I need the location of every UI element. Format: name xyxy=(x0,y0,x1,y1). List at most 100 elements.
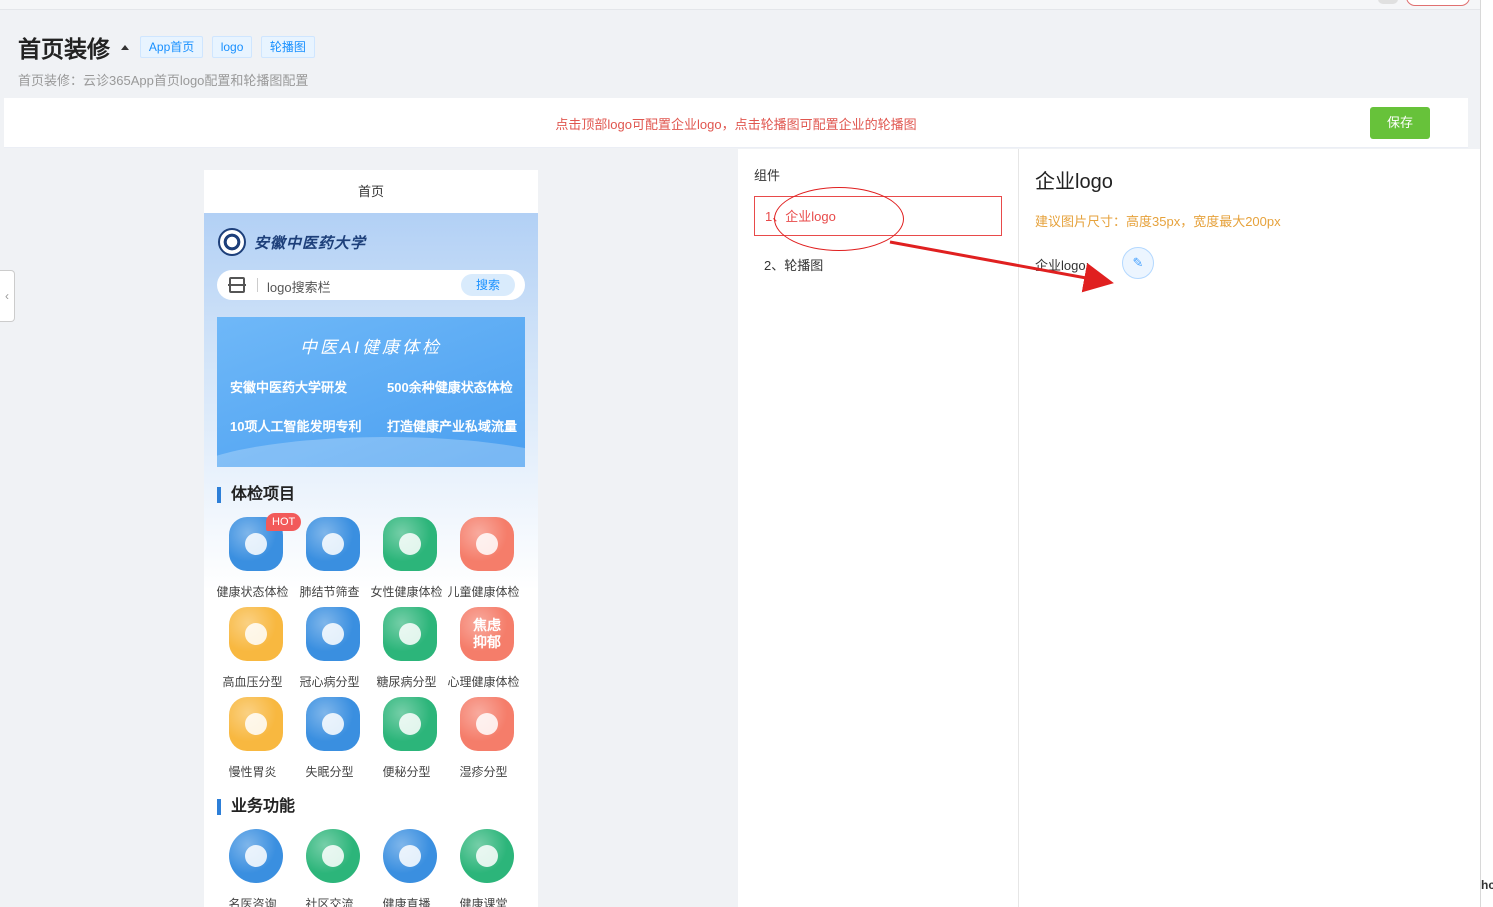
enterprise-logo[interactable]: 安徽中医药大学 xyxy=(218,227,366,257)
notice-bar: 点击顶部logo可配置企业logo，点击轮播图可配置企业的轮播图 保存 xyxy=(4,98,1468,148)
grid-item[interactable]: 湿疹分型 xyxy=(445,697,522,787)
drops-icon xyxy=(383,607,437,661)
video-icon xyxy=(383,829,437,883)
grid-item-label: 便秘分型 xyxy=(382,765,431,779)
grid-item-label: 湿疹分型 xyxy=(459,765,508,779)
grid-item[interactable]: 冠心病分型 xyxy=(291,607,368,697)
notice-text: 点击顶部logo可配置企业logo，点击轮播图可配置企业的轮播图 xyxy=(555,117,917,132)
banner-line: 500余种健康状态体检 xyxy=(387,380,513,395)
icon-glyph xyxy=(322,713,344,735)
grid-item-label: 冠心病分型 xyxy=(299,675,360,689)
grid-item-label: 心理健康体检 xyxy=(447,675,520,689)
grid-item[interactable]: 女性健康体检 xyxy=(368,517,445,607)
stomach-icon xyxy=(229,697,283,751)
tag-carousel[interactable]: 轮播图 xyxy=(260,36,315,58)
banner-line: 安徽中医药大学研发 xyxy=(230,380,348,395)
woman-icon xyxy=(383,517,437,571)
grid-item-label: 儿童健康体检 xyxy=(447,585,520,599)
icon-glyph xyxy=(322,845,344,867)
banner-line: 10项人工智能发明专利 xyxy=(230,419,362,434)
phone-preview: 首页 安徽中医药大学 logo搜索栏 搜索 中医AI健康体检 安徽中医药大学研发… xyxy=(204,170,538,907)
anxiety-text-icon: 焦虑 抑郁 xyxy=(460,607,514,661)
doctor-icon xyxy=(229,829,283,883)
right-edge-text: hc xyxy=(1481,878,1493,892)
icon-glyph xyxy=(476,845,498,867)
grid-item-label: 名医咨询 xyxy=(228,897,277,907)
page-title: 首页装修 xyxy=(18,36,110,62)
section-title-services: 业务功能 xyxy=(217,799,295,815)
grid-item-label: 健康直播 xyxy=(382,897,431,907)
grid-item-label: 健康课堂 xyxy=(459,897,508,907)
grid-item-label: 失眠分型 xyxy=(305,765,354,779)
service-grid: 名医咨询 社区交流 健康直播 健康课堂 xyxy=(214,829,528,907)
page-subtitle: 首页装修：云诊365App首页logo配置和轮播图配置 xyxy=(18,73,309,88)
grid-item-label: 糖尿病分型 xyxy=(376,675,437,689)
page-header: 首页装修 App首页 logo 轮播图 首页装修：云诊365App首页logo配… xyxy=(18,30,918,90)
scan-icon xyxy=(228,277,246,293)
checkup-grid: HOT 健康状态体检 肺结节筛查 女性健康体检 儿童健康体检高血压分型 冠心病分型 糖尿病分… xyxy=(214,513,528,787)
tag-logo[interactable]: logo xyxy=(211,36,253,58)
grid-item[interactable]: 健康课堂 xyxy=(445,829,522,907)
lungs-icon xyxy=(306,517,360,571)
stethoscope-icon xyxy=(229,607,283,661)
top-strip-button[interactable] xyxy=(1406,0,1470,6)
phone-title: 首页 xyxy=(204,170,538,213)
edit-logo-button[interactable]: ✎ xyxy=(1122,247,1154,279)
grid-item-label: 健康状态体检 xyxy=(216,585,289,599)
grid-item[interactable]: 便秘分型 xyxy=(368,697,445,787)
banner-title: 中医AI健康体检 xyxy=(299,338,443,357)
top-strip-dot xyxy=(1378,0,1398,4)
bed-icon xyxy=(306,697,360,751)
grid-item[interactable]: 慢性胃炎 xyxy=(214,697,291,787)
tag-app-home[interactable]: App首页 xyxy=(139,36,204,58)
icon-glyph xyxy=(476,533,498,555)
search-button[interactable]: 搜索 xyxy=(461,274,515,296)
icon-glyph xyxy=(245,533,267,555)
phone-search-bar[interactable]: logo搜索栏 搜索 xyxy=(217,270,525,300)
hand-icon xyxy=(460,697,514,751)
grid-item[interactable]: 糖尿病分型 xyxy=(368,607,445,697)
caret-up-icon[interactable] xyxy=(121,44,130,50)
right-scrollbar[interactable]: hc xyxy=(1480,0,1493,907)
grid-item[interactable]: 健康直播 xyxy=(368,829,445,907)
search-separator xyxy=(257,278,258,292)
grid-item[interactable]: HOT 健康状态体检 xyxy=(214,513,302,607)
grid-item[interactable]: 名医咨询 xyxy=(214,829,291,907)
grid-item[interactable]: 肺结节筛查 xyxy=(291,517,368,607)
grid-item[interactable]: 社区交流 xyxy=(291,829,368,907)
grid-item[interactable]: 高血压分型 xyxy=(214,607,291,697)
icon-glyph xyxy=(476,713,498,735)
icon-glyph xyxy=(399,623,421,645)
chevron-left-icon: ‹ xyxy=(5,289,9,303)
grid-item[interactable]: 焦虑 抑郁心理健康体检 xyxy=(445,607,522,697)
grid-item-label: 女性健康体检 xyxy=(370,585,443,599)
carousel-banner[interactable]: 中医AI健康体检 安徽中医药大学研发 500余种健康状态体检 10项人工智能发明… xyxy=(217,317,525,467)
icon-glyph xyxy=(245,845,267,867)
search-placeholder: logo搜索栏 xyxy=(267,280,331,295)
icon-glyph xyxy=(399,533,421,555)
toilet-icon xyxy=(383,697,437,751)
section-title-checkups: 体检项目 xyxy=(217,487,295,503)
grid-item-label: 肺结节筛查 xyxy=(299,585,360,599)
university-name: 安徽中医药大学 xyxy=(254,233,367,252)
save-button[interactable]: 保存 xyxy=(1370,107,1430,139)
university-seal-icon xyxy=(218,228,246,256)
grid-item[interactable]: 儿童健康体检 xyxy=(445,517,522,607)
collapse-tab[interactable]: ‹ xyxy=(0,270,15,322)
grid-item[interactable]: 失眠分型 xyxy=(291,697,368,787)
heart-icon xyxy=(306,607,360,661)
icon-glyph xyxy=(322,533,344,555)
child-icon xyxy=(460,517,514,571)
edit-icon: ✎ xyxy=(1132,255,1144,270)
grid-item-label: 社区交流 xyxy=(305,897,354,907)
banner-line: 打造健康产业私域流量 xyxy=(387,419,518,434)
icon-glyph xyxy=(322,623,344,645)
config-title: 企业logo xyxy=(1035,171,1113,193)
community-icon xyxy=(306,829,360,883)
book-icon xyxy=(460,829,514,883)
config-hint: 建议图片尺寸：高度35px，宽度最大200px xyxy=(1035,214,1281,229)
browser-top-strip xyxy=(0,0,1480,10)
grid-item-label: 高血压分型 xyxy=(222,675,283,689)
icon-glyph xyxy=(399,845,421,867)
icon-glyph xyxy=(245,713,267,735)
